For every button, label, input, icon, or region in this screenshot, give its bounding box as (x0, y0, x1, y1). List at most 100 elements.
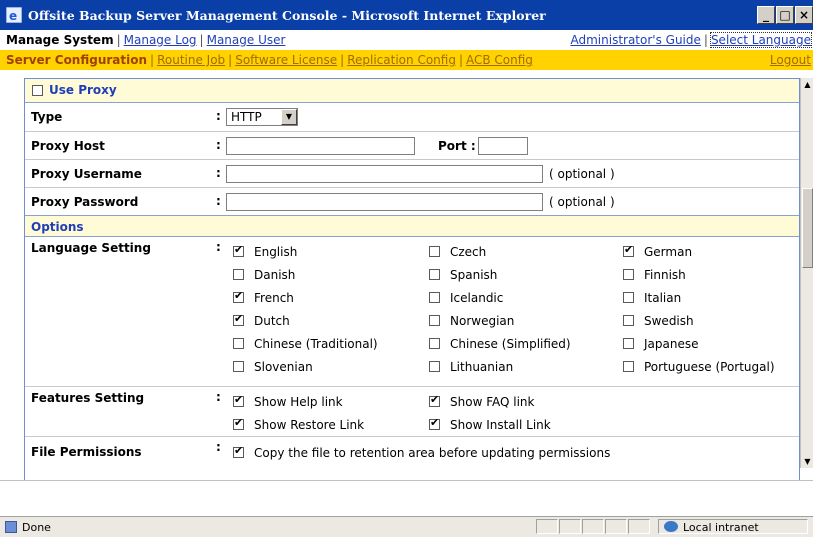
language-chinese-simplified-label: Chinese (Simplified) (450, 337, 571, 351)
language-czech-checkbox[interactable] (429, 246, 440, 257)
language-icelandic-checkbox[interactable] (429, 292, 440, 303)
language-danish-label: Danish (254, 268, 296, 282)
language-spanish-checkbox[interactable] (429, 269, 440, 280)
password-optional-note: ( optional ) (549, 195, 615, 209)
language-finnish-label: Finnish (644, 268, 686, 282)
language-setting-label: Language Setting (31, 241, 151, 255)
options-header: Options (25, 215, 799, 237)
content-area: Use Proxy Type : HTTP ▼ Proxy Host : Por… (0, 70, 800, 480)
main-nav: Manage System | Manage Log | Manage User Adm… (0, 30, 813, 50)
proxy-username-label: Proxy Username (31, 167, 142, 181)
administrators-guide-link[interactable]: Administrator's Guide (570, 33, 700, 47)
colon: : (216, 138, 221, 152)
language-japanese-checkbox[interactable] (623, 338, 634, 349)
status-pane (536, 519, 558, 534)
close-button[interactable]: × (795, 6, 813, 24)
window-titlebar: e Offsite Backup Server Management Conso… (0, 0, 813, 30)
status-bar: Done Local intranet (0, 516, 813, 537)
minimize-button[interactable]: _ (757, 6, 775, 24)
language-portuguese-portugal-label: Portuguese (Portugal) (644, 360, 775, 374)
language-german-checkbox[interactable] (623, 244, 634, 257)
language-french-checkbox[interactable] (233, 290, 244, 303)
status-pane (582, 519, 604, 534)
status-text: Done (22, 521, 51, 534)
show-restore-link-checkbox[interactable] (233, 417, 244, 430)
select-language-link[interactable]: Select Language (709, 32, 813, 48)
use-proxy-header: Use Proxy (25, 79, 799, 103)
language-swedish-checkbox[interactable] (623, 315, 634, 326)
language-norwegian-label: Norwegian (450, 314, 515, 328)
language-spanish-label: Spanish (450, 268, 498, 282)
scroll-thumb[interactable] (802, 188, 813, 268)
nav-manage-system[interactable]: Manage System (6, 33, 114, 47)
subnav-server-configuration[interactable]: Server Configuration (6, 53, 147, 67)
language-czech-label: Czech (450, 245, 487, 259)
maximize-button[interactable]: □ (776, 6, 794, 24)
language-portuguese-portugal-checkbox[interactable] (623, 361, 634, 372)
subnav-routine-job[interactable]: Routine Job (157, 53, 225, 67)
language-italian-checkbox[interactable] (623, 292, 634, 303)
sub-nav: Server Configuration | Routine Job | Softwar… (0, 50, 813, 70)
copy-to-retention-checkbox[interactable] (233, 445, 244, 458)
language-finnish-checkbox[interactable] (623, 269, 634, 280)
colon: : (216, 109, 221, 123)
use-proxy-label: Use Proxy (49, 83, 117, 97)
scroll-up-icon[interactable]: ▲ (801, 78, 813, 91)
show-install-link-checkbox[interactable] (429, 417, 440, 430)
page-icon (5, 521, 17, 533)
window-title: Offsite Backup Server Management Console… (28, 8, 546, 23)
language-dutch-label: Dutch (254, 314, 290, 328)
nav-manage-user[interactable]: Manage User (207, 33, 286, 47)
copy-to-retention-label: Copy the file to retention area before u… (254, 446, 611, 460)
status-pane (605, 519, 627, 534)
language-chinese-traditional-checkbox[interactable] (233, 338, 244, 349)
proxy-password-label: Proxy Password (31, 195, 139, 209)
language-norwegian-checkbox[interactable] (429, 315, 440, 326)
show-help-link-checkbox[interactable] (233, 394, 244, 407)
subnav-software-license[interactable]: Software License (235, 53, 337, 67)
proxy-password-input[interactable] (226, 193, 543, 211)
language-setting-row: Language Setting : English Czech German Dan… (25, 237, 799, 386)
proxy-type-value: HTTP (231, 110, 262, 124)
colon: : (216, 440, 221, 454)
language-danish-checkbox[interactable] (233, 269, 244, 280)
local-intranet-icon (664, 521, 678, 532)
language-lithuanian-checkbox[interactable] (429, 361, 440, 372)
language-slovenian-label: Slovenian (254, 360, 313, 374)
show-help-link-label: Show Help link (254, 395, 343, 409)
file-permissions-label: File Permissions (31, 445, 142, 459)
status-pane (559, 519, 581, 534)
colon: : (216, 166, 221, 180)
nav-manage-log[interactable]: Manage Log (124, 33, 197, 47)
subnav-acb-config[interactable]: ACB Config (466, 53, 533, 67)
proxy-username-input[interactable] (226, 165, 543, 183)
port-label: Port : (438, 139, 476, 153)
language-chinese-traditional-label: Chinese (Traditional) (254, 337, 378, 351)
proxy-password-row: Proxy Password : ( optional ) (25, 187, 799, 215)
show-install-link-label: Show Install Link (450, 418, 551, 432)
vertical-scrollbar[interactable]: ▲ ▼ (800, 78, 813, 468)
logout-link[interactable]: Logout (770, 53, 811, 67)
language-chinese-simplified-checkbox[interactable] (429, 338, 440, 349)
language-dutch-checkbox[interactable] (233, 313, 244, 326)
show-faq-link-checkbox[interactable] (429, 394, 440, 407)
features-setting-row: Features Setting : Show Help link Show F… (25, 386, 799, 436)
svg-text:e: e (9, 9, 17, 23)
language-swedish-label: Swedish (644, 314, 694, 328)
ie-icon: e (6, 7, 22, 23)
subnav-replication-config[interactable]: Replication Config (347, 53, 456, 67)
type-label: Type (31, 110, 63, 124)
language-slovenian-checkbox[interactable] (233, 361, 244, 372)
use-proxy-checkbox[interactable] (32, 85, 43, 96)
language-french-label: French (254, 291, 294, 305)
proxy-type-select[interactable]: HTTP ▼ (226, 108, 298, 126)
scroll-down-icon[interactable]: ▼ (801, 455, 813, 468)
language-english-checkbox[interactable] (233, 244, 244, 257)
show-faq-link-label: Show FAQ link (450, 395, 535, 409)
chevron-down-icon: ▼ (281, 109, 297, 125)
frame-bottom (0, 480, 813, 517)
options-title: Options (31, 220, 84, 234)
config-panel: Use Proxy Type : HTTP ▼ Proxy Host : Por… (24, 78, 800, 480)
port-input[interactable] (478, 137, 528, 155)
proxy-host-input[interactable] (226, 137, 415, 155)
